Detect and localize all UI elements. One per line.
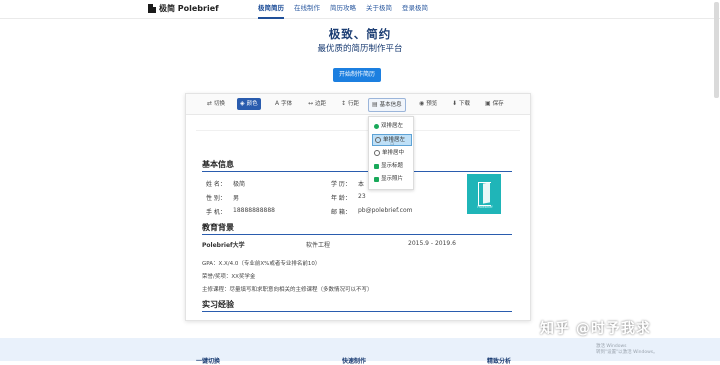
toolbar-switch-button[interactable]: ⇄ 切换	[204, 98, 228, 110]
toolbar-label: 基本信息	[379, 102, 402, 108]
nav-links: 极简简历 在线制作 简历攻略 关于极简 登录极简	[258, 0, 428, 19]
edu-courses[interactable]: 主修课程：尽量填写和求职意向相关的主修课程（多数情况可以不写）	[202, 285, 373, 293]
edu-school[interactable]: Polebrief大学	[202, 240, 245, 249]
start-making-resume-button[interactable]: 开始制作简历	[333, 68, 381, 82]
horizontal-arrows-icon: ↔	[308, 100, 314, 107]
toolbar-label: 行距	[348, 101, 360, 107]
dropdown-option-show-title[interactable]: 显示标题	[372, 161, 405, 171]
toolbar-label: 边距	[315, 101, 327, 107]
radio-off-icon	[375, 137, 381, 143]
field-label-gender: 性 别：	[206, 195, 226, 202]
hero-title: 极致、简约	[328, 27, 392, 41]
edu-honors[interactable]: 荣誉/奖项：XX奖学金	[202, 272, 255, 280]
section-divider	[202, 171, 512, 172]
toolbar-color-button[interactable]: ◈ 颜色	[237, 98, 261, 110]
logo-icon	[148, 4, 156, 13]
toolbar-label: 预览	[426, 101, 438, 107]
photo-caption: Polebrief	[477, 205, 493, 209]
paint-bucket-icon: ◈	[240, 100, 245, 107]
field-label-education: 学 历：	[331, 181, 351, 188]
dropdown-option-label: 双排居左	[381, 123, 404, 129]
brand-name: 极简 Polebrief	[159, 4, 219, 13]
hand-cursor-icon: ☝	[390, 139, 395, 147]
field-value-email[interactable]: pb@polebrief.com	[358, 207, 413, 214]
radio-off-icon	[374, 150, 380, 156]
check-on-icon	[374, 123, 379, 129]
section-divider	[202, 234, 512, 235]
toolbar-download-button[interactable]: ⬇ 下载	[449, 98, 473, 110]
profile-photo[interactable]: Polebrief	[467, 174, 501, 214]
toolbar-save-button[interactable]: ▣ 保存	[482, 98, 507, 110]
toolbar-font-button[interactable]: A 字体	[272, 98, 295, 110]
eye-icon: ◉	[419, 100, 425, 107]
zhihu-watermark: 知乎 @时予我求	[540, 321, 651, 337]
windows-activation-line2: 转到"设置"以激活 Windows。	[596, 350, 658, 355]
edu-period[interactable]: 2015.9 - 2019.6	[408, 240, 456, 247]
field-label-email: 邮 箱：	[331, 209, 351, 216]
dropdown-option-double-left[interactable]: 双排居左	[372, 121, 405, 131]
nav-link-online-make[interactable]: 在线制作	[294, 0, 320, 19]
list-icon: ▤	[372, 101, 378, 108]
section-heading-experience: 实习经验	[202, 300, 234, 309]
section-heading-basic-info: 基本信息	[202, 160, 234, 169]
toolbar-line-spacing-button[interactable]: ↕ 行距	[338, 98, 362, 110]
checkbox-checked-icon	[374, 163, 379, 169]
nav-link-guide[interactable]: 简历攻略	[330, 0, 356, 19]
field-value-gender[interactable]: 男	[233, 193, 239, 202]
font-icon: A	[275, 100, 280, 107]
field-value-age[interactable]: 23	[358, 193, 366, 200]
toolbar-label: 颜色	[246, 101, 258, 107]
switch-icon: ⇄	[207, 100, 213, 107]
toolbar-label: 保存	[492, 101, 504, 107]
toolbar-margin-button[interactable]: ↔ 边距	[305, 98, 329, 110]
download-icon: ⬇	[452, 100, 458, 107]
section-divider	[202, 311, 512, 312]
field-label-name: 姓 名：	[206, 181, 226, 188]
basic-info-dropdown: 双排居左 单排居左 单排居中 显示标题 显示照片	[368, 116, 414, 190]
nav-link-home[interactable]: 极简简历	[258, 0, 284, 19]
brand-logo[interactable]: 极简 Polebrief	[148, 3, 219, 14]
toolbar-basic-info-button[interactable]: ▤ 基本信息	[368, 98, 406, 112]
toolbar-preview-button[interactable]: ◉ 预览	[416, 98, 440, 110]
toolbar-label: 下载	[459, 101, 471, 107]
windows-activation-note: 激活 Windows 转到"设置"以激活 Windows。	[596, 344, 658, 356]
field-value-education[interactable]: 本	[358, 179, 364, 188]
vertical-arrows-icon: ↕	[341, 100, 347, 107]
resume-editor-preview: ⇄ 切换 ◈ 颜色 A 字体 ↔ 边距 ↕ 行距 ▤ 基本信息 ◉ 预览 ⬇ 下	[185, 93, 531, 321]
dropdown-option-single-center[interactable]: 单排居中	[372, 148, 406, 158]
field-label-phone: 手 机：	[206, 209, 226, 216]
field-value-name[interactable]: 极简	[233, 179, 245, 188]
editor-toolbar: ⇄ 切换 ◈ 颜色 A 字体 ↔ 边距 ↕ 行距 ▤ 基本信息 ◉ 预览 ⬇ 下	[186, 94, 530, 115]
save-icon: ▣	[485, 100, 491, 107]
field-value-phone[interactable]: 18888888888	[233, 207, 275, 214]
dropdown-option-label: 单排居中	[382, 150, 405, 156]
edu-major[interactable]: 软件工程	[306, 240, 330, 249]
hero-subtitle: 最优质的简历制作平台	[317, 44, 403, 54]
dropdown-option-label: 显示标题	[381, 163, 404, 169]
nav-link-login[interactable]: 登录极简	[402, 0, 428, 19]
checkbox-checked-icon	[374, 176, 379, 182]
dropdown-option-show-photo[interactable]: 显示照片	[372, 174, 405, 184]
section-heading-education: 教育背景	[202, 223, 234, 232]
door-panel-shape	[483, 182, 490, 204]
toolbar-label: 字体	[281, 101, 293, 107]
field-label-age: 年 龄：	[331, 195, 351, 202]
resume-paper: 基本信息 姓 名： 极简 学 历： 本 性 别： 男 年 龄： 23 手 机： …	[196, 130, 520, 320]
nav-link-about[interactable]: 关于极简	[366, 0, 392, 19]
toolbar-label: 切换	[214, 101, 226, 107]
edu-gpa[interactable]: GPA：X.X/4.0（专业前X%或者专业排名前10）	[202, 259, 320, 267]
top-navbar: 极简 Polebrief 极简简历 在线制作 简历攻略 关于极简 登录极简	[0, 0, 720, 19]
dropdown-option-label: 显示照片	[381, 176, 404, 182]
